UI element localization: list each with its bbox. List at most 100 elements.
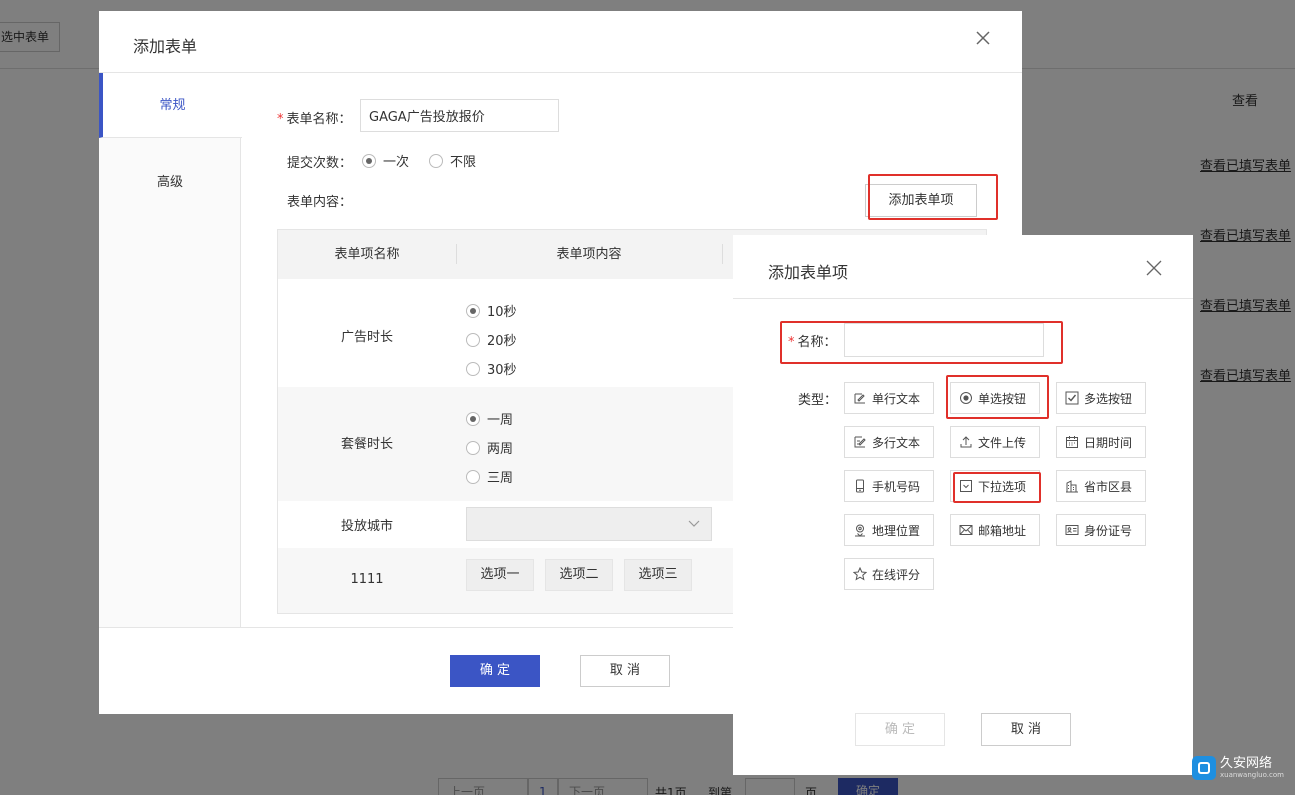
type-label: 日期时间 <box>1084 435 1133 450</box>
checkbox-icon <box>1065 391 1079 405</box>
city-select[interactable] <box>466 507 712 541</box>
type-label: 地理位置 <box>872 523 921 538</box>
type-label: 多行文本 <box>872 435 921 450</box>
add-form-item-button[interactable]: 添加表单项 <box>865 184 977 217</box>
form-name-label: * 表单名称： <box>277 108 352 127</box>
confirm-button-disabled[interactable]: 确 定 <box>855 713 945 746</box>
radio-icon <box>466 361 480 376</box>
sidebar-item-label: 高级 <box>156 175 183 190</box>
option-label: 一周 <box>487 413 514 428</box>
form-name-input[interactable] <box>360 99 559 132</box>
phone-icon <box>856 479 864 493</box>
type-location[interactable]: 地理位置 <box>844 514 934 546</box>
submit-option-unlimited[interactable]: 不限 <box>429 151 476 170</box>
logo-glyph <box>1198 762 1210 774</box>
form-content-label: 表单内容： <box>287 195 353 210</box>
cancel-button[interactable]: 取 消 <box>580 655 670 687</box>
option-button-3[interactable]: 选项三 <box>624 559 692 591</box>
row-radio-option[interactable]: 一周 <box>466 409 513 428</box>
watermark: 久安网络 xuanwangluo.com <box>1192 756 1284 780</box>
type-phone-number[interactable]: 手机号码 <box>844 470 934 502</box>
sidebar-item-general[interactable]: 常规 <box>99 73 242 138</box>
type-province-city[interactable]: 省市区县 <box>1056 470 1146 502</box>
cancel-button[interactable]: 取 消 <box>981 713 1071 746</box>
dialog-sidebar: 常规 高级 <box>99 73 242 628</box>
chevron-down-icon <box>688 520 700 527</box>
id-card-icon <box>1065 525 1079 535</box>
dialog-header-divider <box>733 298 1193 299</box>
option-button-1[interactable]: 选项一 <box>466 559 534 591</box>
dropdown-icon <box>960 480 972 492</box>
row-radio-option[interactable]: 三周 <box>466 467 513 486</box>
type-label: 单行文本 <box>872 391 921 406</box>
required-mark: * <box>788 335 795 350</box>
type-label: 在线评分 <box>872 567 921 582</box>
type-label: 多选按钮 <box>1084 391 1133 406</box>
star-icon <box>853 567 867 581</box>
type-checkbox[interactable]: 多选按钮 <box>1056 382 1146 414</box>
item-type-label: 类型： <box>798 393 838 408</box>
sidebar-item-advanced[interactable]: 高级 <box>99 150 241 215</box>
type-label: 身份证号 <box>1084 523 1133 538</box>
header-separator <box>722 244 723 264</box>
type-online-rating[interactable]: 在线评分 <box>844 558 934 590</box>
add-form-item-dialog: 添加表单项 * 名称： 类型： 单行文本 单选按钮 多选按钮 多行文本 文件上传 … <box>733 235 1193 775</box>
option-label: 30秒 <box>487 363 517 378</box>
submit-count-label: 提交次数： <box>287 156 353 171</box>
radio-icon <box>466 303 480 318</box>
required-mark: * <box>277 112 284 127</box>
option-button-2[interactable]: 选项二 <box>545 559 613 591</box>
row-radio-option[interactable]: 两周 <box>466 438 513 457</box>
multi-line-text-icon <box>854 436 866 448</box>
calendar-icon <box>1066 436 1078 448</box>
table-header-name: 表单项名称 <box>334 247 400 262</box>
row-name: 广告时长 <box>340 330 393 345</box>
option-label: 20秒 <box>487 334 517 349</box>
watermark-name: 久安网络 <box>1220 756 1273 771</box>
submit-option-label: 不限 <box>450 155 477 170</box>
sidebar-item-label: 常规 <box>159 98 186 113</box>
type-label: 文件上传 <box>978 435 1027 450</box>
dialog-title: 添加表单 <box>133 37 198 56</box>
type-label: 手机号码 <box>872 479 921 494</box>
item-name-label: * 名称： <box>788 331 837 350</box>
type-email[interactable]: 邮箱地址 <box>950 514 1040 546</box>
type-label: 单选按钮 <box>978 391 1027 406</box>
row-radio-option[interactable]: 30秒 <box>466 359 517 378</box>
mail-icon <box>959 525 973 535</box>
upload-icon <box>960 436 972 448</box>
type-multi-line-text[interactable]: 多行文本 <box>844 426 934 458</box>
radio-icon <box>429 153 443 168</box>
row-radio-option[interactable]: 20秒 <box>466 330 517 349</box>
row-radio-option[interactable]: 10秒 <box>466 301 517 320</box>
type-date-time[interactable]: 日期时间 <box>1056 426 1146 458</box>
table-header-content: 表单项内容 <box>556 247 622 262</box>
type-id-card[interactable]: 身份证号 <box>1056 514 1146 546</box>
confirm-button[interactable]: 确 定 <box>450 655 540 687</box>
single-line-text-icon <box>854 393 865 404</box>
building-icon <box>1066 480 1078 493</box>
submit-option-once[interactable]: 一次 <box>362 151 409 170</box>
item-name-input[interactable] <box>844 323 1044 357</box>
row-name: 1111 <box>350 572 384 587</box>
radio-icon <box>466 411 480 426</box>
close-icon[interactable] <box>974 29 992 47</box>
type-file-upload[interactable]: 文件上传 <box>950 426 1040 458</box>
type-label: 邮箱地址 <box>978 523 1027 538</box>
type-label: 省市区县 <box>1084 479 1133 494</box>
item-name-label-text: 名称： <box>797 335 837 350</box>
row-name: 投放城市 <box>340 519 393 534</box>
radio-button-icon <box>960 392 972 404</box>
submit-option-label: 一次 <box>383 155 410 170</box>
option-label: 10秒 <box>487 305 517 320</box>
watermark-text-block: 久安网络 xuanwangluo.com <box>1220 756 1284 780</box>
option-label: 三周 <box>487 471 514 486</box>
type-dropdown[interactable]: 下拉选项 <box>950 470 1040 502</box>
watermark-sub: xuanwangluo.com <box>1220 771 1284 779</box>
radio-icon <box>466 332 480 347</box>
location-icon <box>855 524 865 537</box>
type-single-line-text[interactable]: 单行文本 <box>844 382 934 414</box>
close-icon[interactable] <box>1145 259 1163 277</box>
watermark-logo-icon <box>1192 756 1216 780</box>
type-radio-button[interactable]: 单选按钮 <box>950 382 1040 414</box>
